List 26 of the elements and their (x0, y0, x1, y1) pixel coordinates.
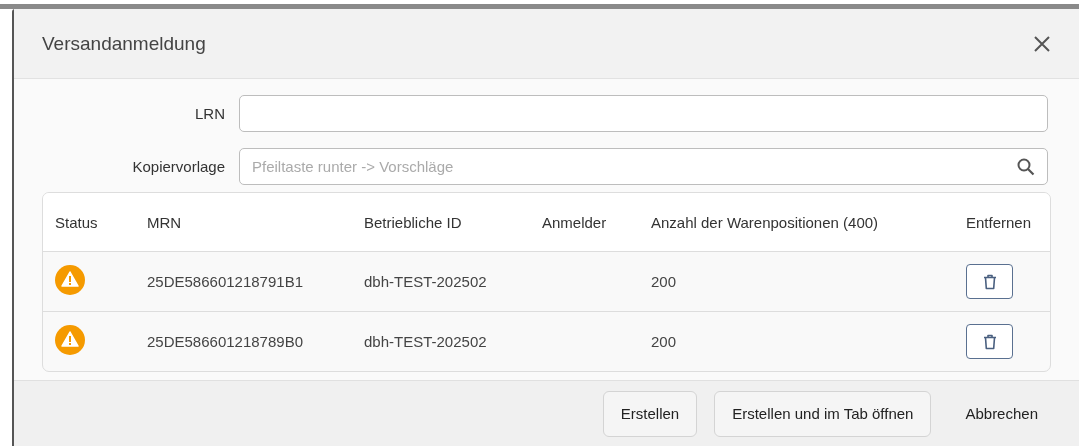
action-button[interactable]: Erstellen (602, 390, 698, 437)
action-button[interactable]: Erstellen und im Tab öffnen (714, 390, 932, 437)
table-cell-text: dbh-TEST-202502 (364, 273, 488, 290)
warning-icon (55, 324, 85, 355)
table-cell-text: 200 (651, 273, 678, 290)
table-cell-text: 25DE586601218789B0 (147, 333, 304, 350)
search-icon (1017, 157, 1035, 176)
delete-button[interactable] (966, 324, 1013, 359)
trash-icon (982, 273, 997, 290)
trash-icon (982, 333, 997, 350)
warning-icon (55, 264, 85, 295)
table-cell-text: 200 (651, 333, 678, 350)
close-button[interactable] (1033, 34, 1051, 53)
column-header: Betriebliche ID (364, 213, 463, 231)
field-label: Kopiervorlage (131, 158, 225, 175)
field-label: LRN (194, 105, 225, 122)
cancel-button[interactable]: Abbrechen (948, 390, 1055, 437)
table-cell-text: dbh-TEST-202502 (364, 333, 488, 350)
column-header: Entfernen (966, 213, 1033, 231)
column-header: Anmelder (542, 213, 608, 231)
delete-button[interactable] (966, 264, 1013, 299)
column-header: Anzahl der Warenpositionen (400) (651, 213, 880, 231)
column-header: Status (55, 213, 99, 231)
column-header: MRN (147, 213, 183, 231)
table-cell-text: 25DE586601218791B1 (147, 273, 304, 290)
dialog-title: Versandanmeldung (42, 32, 206, 55)
